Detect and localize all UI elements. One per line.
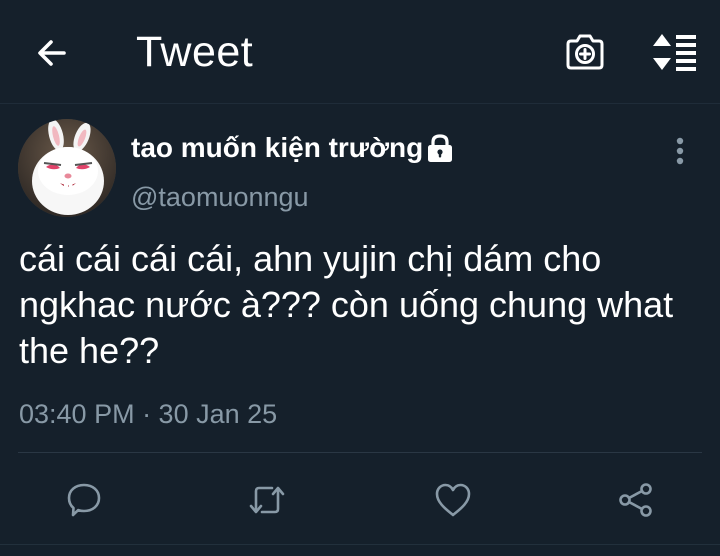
tweet-text: cái cái cái cái, ahn yujin chị dám cho n… [19, 236, 715, 374]
reply-button[interactable] [62, 478, 106, 522]
tweet-text-line: cái cái cái cái, ahn yujin chị dám cho [19, 238, 602, 279]
divider [0, 544, 720, 545]
retweet-button[interactable] [245, 478, 289, 522]
author-handle[interactable]: @taomuonngu [131, 181, 309, 213]
camera-button[interactable] [562, 30, 608, 74]
heart-icon [435, 483, 471, 517]
divider [18, 452, 702, 453]
top-app-bar: Tweet [0, 0, 720, 104]
page-title: Tweet [136, 28, 254, 76]
retweet-icon [249, 486, 285, 514]
reply-icon [67, 483, 101, 517]
avatar[interactable] [18, 119, 116, 217]
back-button[interactable] [30, 31, 74, 75]
like-button[interactable] [431, 478, 475, 522]
tweet-text-line: ngkhac nước à??? còn uống chung what [19, 284, 674, 325]
lock-icon [428, 134, 452, 162]
share-button[interactable] [614, 478, 658, 522]
camera-plus-icon [566, 34, 604, 70]
author-name[interactable]: tao muốn kiện trường [131, 131, 423, 165]
arrow-left-icon [38, 40, 66, 66]
sort-button[interactable] [648, 30, 700, 74]
sort-list-icon [653, 34, 696, 71]
avatar-image [18, 119, 116, 217]
more-options-button[interactable] [664, 134, 696, 168]
tweet-text-line: the he?? [19, 330, 160, 371]
tweet-timestamp: 03:40 PM · 30 Jan 25 [19, 399, 278, 429]
more-vertical-icon [676, 137, 684, 165]
share-icon [619, 483, 652, 517]
